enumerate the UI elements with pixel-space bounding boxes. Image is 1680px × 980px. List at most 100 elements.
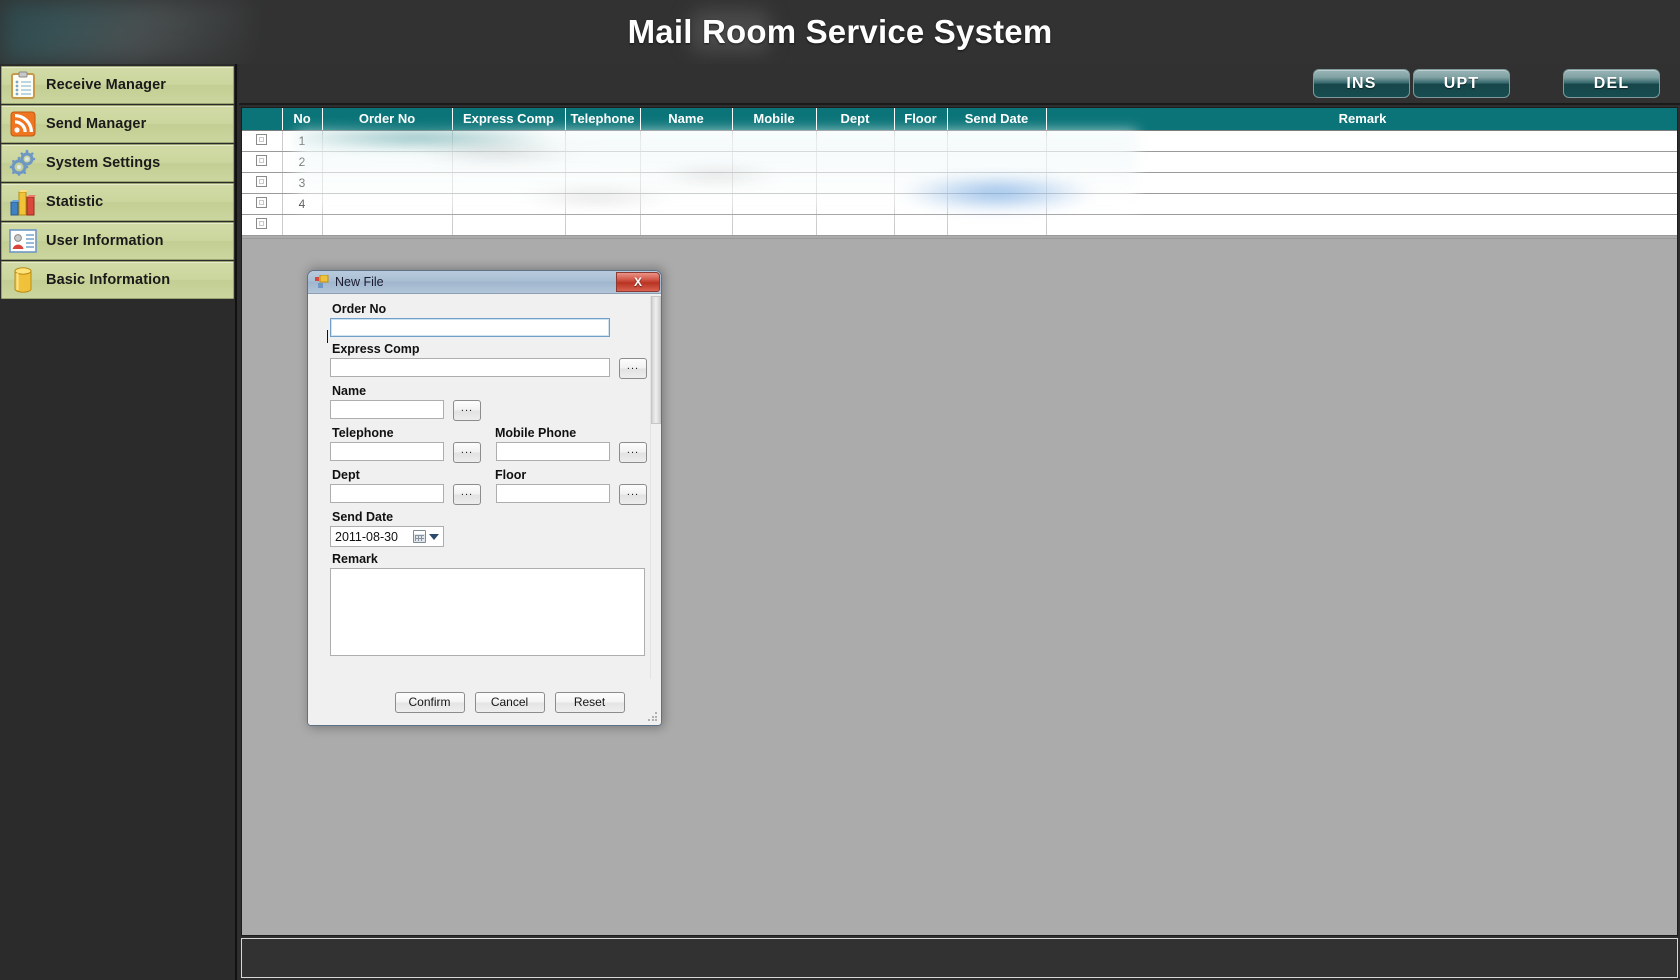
cell-express-comp	[452, 214, 566, 236]
telephone-input[interactable]	[330, 442, 444, 461]
sidebar-item-send-manager[interactable]: Send Manager	[1, 105, 234, 143]
cell-telephone	[565, 214, 641, 236]
row-select-cell[interactable]	[242, 214, 283, 236]
window-app-icon	[315, 274, 329, 289]
dept-browse-button[interactable]: ...	[453, 484, 481, 505]
column-header-express-comp[interactable]: Express Comp	[452, 108, 566, 131]
dialog-title-bar[interactable]: New File X	[308, 271, 661, 294]
express-comp-input[interactable]	[330, 358, 610, 377]
insert-button[interactable]: INS	[1313, 69, 1410, 98]
confirm-button[interactable]: Confirm	[394, 691, 465, 713]
chevron-down-icon[interactable]	[429, 534, 439, 540]
cancel-button[interactable]: Cancel	[474, 691, 545, 713]
column-header-send-date[interactable]: Send Date	[947, 108, 1047, 131]
cell-mobile	[732, 193, 817, 215]
column-header-floor[interactable]: Floor	[894, 108, 948, 131]
table-row[interactable]	[242, 214, 1677, 236]
delete-button[interactable]: DEL	[1563, 69, 1660, 98]
column-header-mobile[interactable]: Mobile	[732, 108, 817, 131]
dialog-scrollbar-thumb[interactable]	[651, 296, 661, 424]
sidebar-item-basic-information[interactable]: Basic Information	[1, 261, 234, 299]
row-select-cell[interactable]	[242, 130, 283, 152]
table-row[interactable]: 4	[242, 193, 1677, 215]
row-checkbox[interactable]	[256, 217, 268, 229]
dept-floor-row: ... ...	[330, 484, 651, 505]
sidebar-item-system-settings[interactable]: System Settings	[1, 144, 234, 182]
cell-express-comp	[452, 193, 566, 215]
row-checkbox[interactable]	[256, 175, 268, 187]
row-select-cell[interactable]	[242, 193, 283, 215]
row-checkbox[interactable]	[256, 196, 268, 208]
row-checkbox[interactable]	[256, 154, 268, 166]
dept-input[interactable]	[330, 484, 444, 503]
express-comp-browse-button[interactable]: ...	[619, 358, 647, 379]
express-comp-row: ...	[330, 358, 651, 379]
status-bar	[241, 938, 1678, 978]
text-cursor	[327, 330, 328, 343]
cell-no: 4	[282, 193, 323, 215]
name-input[interactable]	[330, 400, 444, 419]
floor-input[interactable]	[496, 484, 610, 503]
column-header-order-no[interactable]: Order No	[322, 108, 453, 131]
cell-dept	[816, 193, 895, 215]
table-row[interactable]: 1	[242, 130, 1677, 152]
telephone-browse-button[interactable]: ...	[453, 442, 481, 463]
rss-feed-icon	[6, 107, 40, 141]
row-checkbox[interactable]	[256, 133, 268, 145]
sidebar-item-label: Receive Manager	[46, 77, 166, 93]
sidebar-item-user-information[interactable]: User Information	[1, 222, 234, 260]
column-header-dept[interactable]: Dept	[816, 108, 895, 131]
column-header-telephone[interactable]: Telephone	[565, 108, 641, 131]
application-window: Mail Room Service System Receive Manager	[0, 0, 1680, 980]
resize-grip[interactable]	[647, 711, 659, 723]
row-select-cell[interactable]	[242, 151, 283, 173]
records-table: No Order No Express Comp Telephone Name …	[242, 108, 1677, 236]
cell-mobile	[732, 214, 817, 236]
cell-telephone	[565, 151, 641, 173]
cell-order-no	[322, 151, 453, 173]
database-cylinder-icon	[6, 263, 40, 297]
dialog-scrollbar[interactable]	[650, 296, 661, 692]
table-row[interactable]: 2	[242, 151, 1677, 173]
order-no-input[interactable]	[330, 318, 610, 337]
send-date-row: 2011-08-30	[330, 526, 651, 547]
floor-browse-button[interactable]: ...	[619, 484, 647, 505]
telephone-label: Telephone	[332, 426, 394, 440]
mobile-phone-input[interactable]	[496, 442, 610, 461]
mobile-phone-browse-button[interactable]: ...	[619, 442, 647, 463]
app-banner: Mail Room Service System	[0, 0, 1680, 64]
clipboard-icon	[6, 68, 40, 102]
cell-name	[640, 151, 733, 173]
column-header-name[interactable]: Name	[640, 108, 733, 131]
send-date-picker[interactable]: 2011-08-30	[330, 526, 444, 547]
column-header-remark[interactable]: Remark	[1046, 108, 1677, 131]
send-date-label: Send Date	[332, 510, 394, 524]
sidebar-item-statistic[interactable]: Statistic	[1, 183, 234, 221]
close-icon[interactable]: X	[616, 272, 660, 292]
sidebar-item-label: Basic Information	[46, 272, 171, 288]
sidebar-item-receive-manager[interactable]: Receive Manager	[1, 66, 234, 104]
cell-name	[640, 172, 733, 194]
order-no-row	[330, 318, 651, 337]
cell-dept	[816, 130, 895, 152]
cell-express-comp	[452, 151, 566, 173]
cell-floor	[894, 172, 948, 194]
send-date-value: 2011-08-30	[335, 529, 399, 544]
dialog-body: Order No Express Comp ... Name ... Telep…	[308, 294, 661, 725]
cell-mobile	[732, 130, 817, 152]
reset-button[interactable]: Reset	[554, 691, 625, 713]
column-header-select[interactable]	[242, 108, 283, 131]
column-header-no[interactable]: No	[282, 108, 323, 131]
name-browse-button[interactable]: ...	[453, 400, 481, 421]
cell-name	[640, 214, 733, 236]
update-button[interactable]: UPT	[1413, 69, 1510, 98]
sidebar-item-label: User Information	[46, 233, 164, 249]
row-select-cell[interactable]	[242, 172, 283, 194]
cell-send-date	[947, 172, 1047, 194]
table-row[interactable]: 3	[242, 172, 1677, 194]
cell-no: 1	[282, 130, 323, 152]
remark-textarea[interactable]	[330, 568, 645, 656]
cell-dept	[816, 214, 895, 236]
dialog-footer: Confirm Cancel Reset	[308, 679, 661, 725]
table-header-row: No Order No Express Comp Telephone Name …	[242, 108, 1677, 131]
